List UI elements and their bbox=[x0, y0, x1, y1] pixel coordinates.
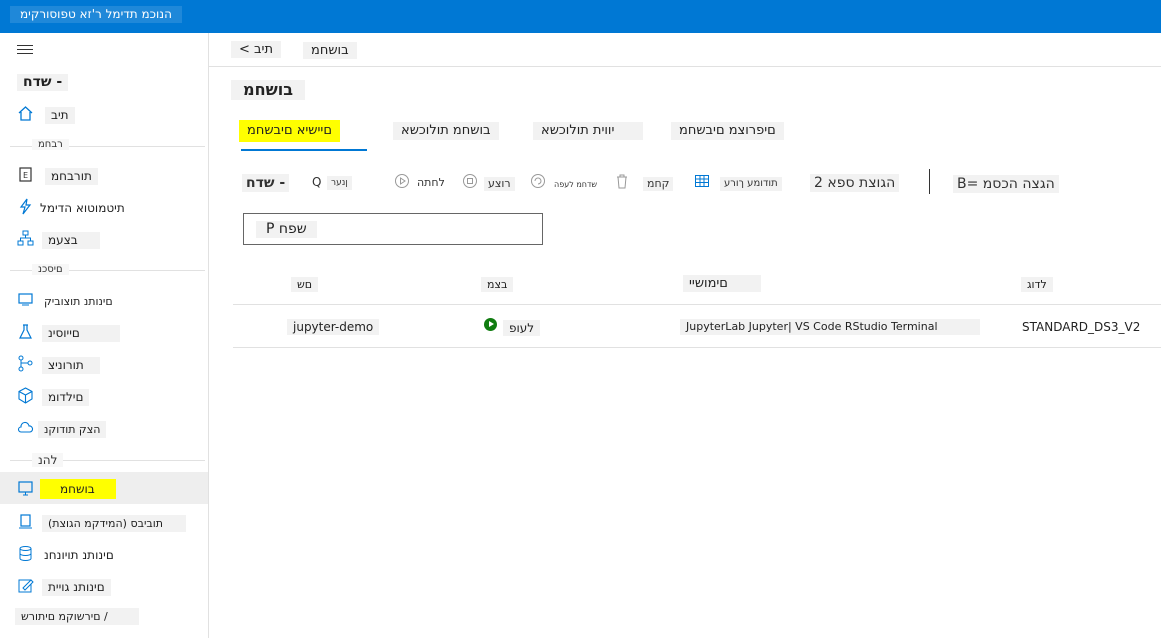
sidebar: שדח - תיב רבחמ E תורבחמ תיטמוטוא הדימל ב… bbox=[0, 33, 209, 638]
monitor-icon bbox=[17, 480, 34, 497]
sidebar-item-linked-services[interactable]: םירשוקמ םיתורש / bbox=[15, 608, 139, 625]
section-manage-header: להנ bbox=[32, 453, 64, 467]
edit-icon bbox=[17, 577, 34, 594]
tab-inference-clusters[interactable]: יווית תולוכשא bbox=[533, 122, 643, 140]
database-icon bbox=[17, 545, 34, 562]
stop-button[interactable]: רוצע bbox=[484, 177, 515, 191]
play-icon bbox=[394, 173, 410, 189]
tab-compute-instances[interactable]: םיישיא םיבשחמ bbox=[239, 120, 340, 142]
sidebar-item-labeling[interactable]: םינותנ גויית bbox=[42, 579, 111, 596]
running-status-icon bbox=[484, 318, 497, 331]
column-header-size[interactable]: לדוג bbox=[1021, 277, 1053, 292]
restart-button[interactable]: שדחמ לעפה bbox=[550, 178, 602, 192]
restart-icon bbox=[530, 173, 546, 189]
notebook-icon: E bbox=[17, 166, 34, 183]
tab-attached-compute[interactable]: םיפרוצמ םיבשחמ bbox=[671, 122, 784, 140]
hamburger-menu-icon[interactable] bbox=[17, 45, 33, 57]
stop-icon bbox=[462, 173, 478, 189]
sidebar-item-home[interactable]: תיב bbox=[45, 107, 75, 124]
sidebar-item-compute[interactable]: בושחמ bbox=[40, 479, 116, 499]
delete-button[interactable]: קחמ bbox=[643, 177, 674, 191]
breadcrumb-current: בושחמ bbox=[303, 42, 357, 59]
start-button[interactable]: לחתה bbox=[413, 176, 449, 190]
sidebar-item-notebooks[interactable]: תורבחמ bbox=[45, 168, 98, 185]
home-icon bbox=[17, 105, 34, 122]
toolbar-separator bbox=[929, 169, 930, 194]
tab-compute-clusters[interactable]: בושחמ תולוכשא bbox=[393, 122, 499, 140]
section-assets-header: םיסכנ bbox=[32, 264, 69, 275]
sidebar-new-button[interactable]: שדח - bbox=[17, 74, 69, 91]
table-columns-icon bbox=[694, 173, 710, 189]
flask-icon bbox=[17, 323, 34, 340]
cell-name[interactable]: jupyter-demo bbox=[287, 319, 380, 335]
search-box[interactable]: P שפח bbox=[243, 213, 543, 245]
page-title: בושחמ bbox=[231, 80, 305, 100]
sidebar-item-datasets[interactable]: םינותנ תוצוביק bbox=[38, 293, 119, 310]
pipeline-icon bbox=[17, 355, 34, 372]
breadcrumb: < תיב בושחמ bbox=[209, 33, 1161, 67]
sidebar-item-environments[interactable]: (המידקמ הגוצת) תוביבס bbox=[42, 515, 186, 532]
column-header-applications[interactable]: םימושיי bbox=[683, 275, 761, 292]
cell-size: STANDARD_DS3_V2 bbox=[1016, 319, 1147, 335]
view-icon[interactable]: Q bbox=[308, 175, 326, 189]
column-header-name[interactable]: םש bbox=[291, 277, 319, 292]
view-all-button[interactable]: 2 הגוצת ספא bbox=[810, 174, 900, 192]
new-button[interactable]: שדח - bbox=[242, 174, 290, 192]
row-divider bbox=[233, 347, 1161, 348]
delete-icon bbox=[614, 173, 630, 189]
sidebar-item-models[interactable]: םילדומ bbox=[42, 389, 90, 406]
sidebar-item-endpoints[interactable]: הצק תודוקנ bbox=[38, 421, 107, 438]
sidebar-item-automl[interactable]: תיטמוטוא הדימל bbox=[34, 200, 131, 217]
app-header: הנוכמ תדימל ר'זא טפוסורקימ bbox=[0, 0, 1161, 33]
cloud-endpoint-icon bbox=[17, 419, 34, 436]
sidebar-item-datastores[interactable]: םינותנ תויונחנ bbox=[38, 547, 120, 564]
main-content: < תיב בושחמ בושחמ םיישיא םיבשחמ בושחמ תו… bbox=[209, 33, 1161, 638]
lightning-icon bbox=[17, 198, 34, 215]
sidebar-item-pipelines[interactable]: תורוניצ bbox=[42, 357, 100, 374]
environment-icon bbox=[17, 513, 34, 530]
sidebar-item-experiments[interactable]: םייוסינ bbox=[42, 325, 120, 342]
search-input[interactable]: P שפח bbox=[256, 221, 317, 238]
designer-icon bbox=[17, 230, 34, 247]
app-title: הנוכמ תדימל ר'זא טפוסורקימ bbox=[10, 6, 182, 23]
active-tab-indicator bbox=[241, 149, 367, 151]
column-header-status[interactable]: בצמ bbox=[481, 277, 514, 292]
breadcrumb-home[interactable]: < תיב bbox=[231, 41, 281, 58]
header-divider bbox=[233, 304, 1161, 305]
filter-button[interactable]: B= הגצה הכסמ bbox=[953, 175, 1059, 193]
datasets-icon bbox=[17, 291, 34, 308]
svg-text:E: E bbox=[23, 171, 28, 180]
sidebar-item-designer[interactable]: בצעמ bbox=[42, 232, 100, 249]
section-author-header: רבחמ bbox=[32, 139, 69, 150]
refresh-button[interactable]: ןנער bbox=[327, 176, 352, 190]
cell-status: לעופ bbox=[503, 320, 541, 336]
cube-icon bbox=[17, 387, 34, 404]
edit-columns-button[interactable]: תודומע ךורע bbox=[720, 177, 782, 191]
cell-applications[interactable]: JupyterLab Jupyter| VS Code RStudio Term… bbox=[680, 319, 980, 335]
